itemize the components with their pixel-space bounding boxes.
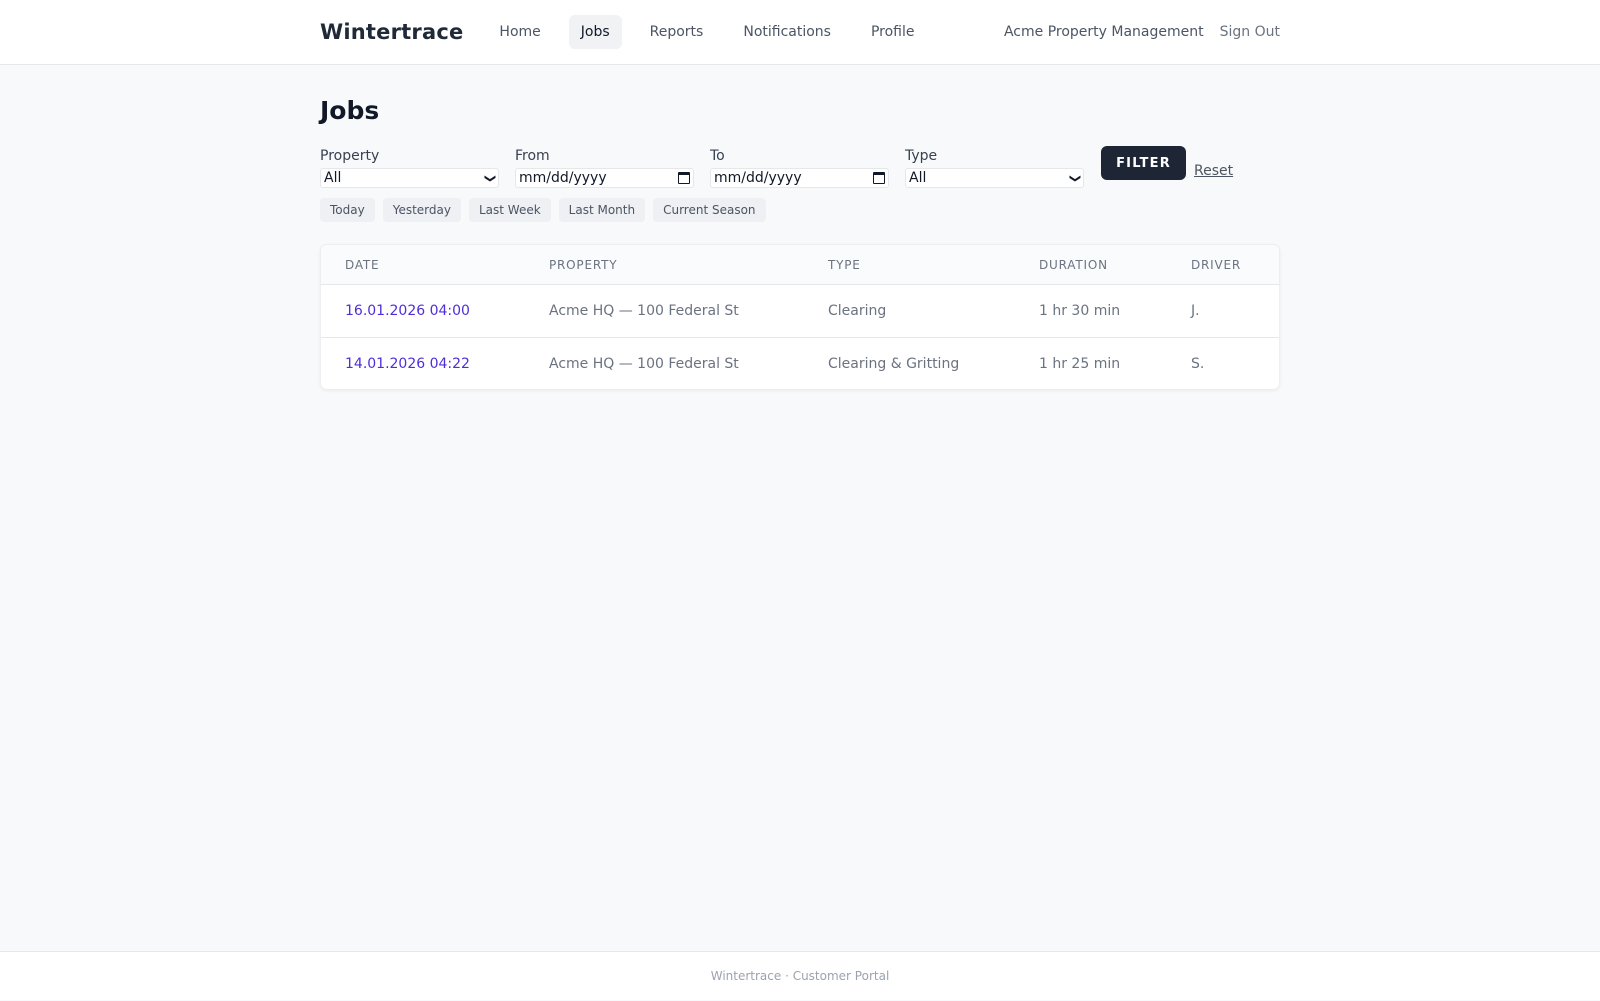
property-select[interactable]: All ❯ <box>320 168 499 188</box>
nav-item-home[interactable]: Home <box>487 15 552 49</box>
table-header: DATE PROPERTY TYPE DURATION DRIVER <box>321 245 1279 285</box>
chevron-down-icon: ❯ <box>1068 173 1082 183</box>
from-filter: From mm/dd/yyyy <box>515 146 694 188</box>
type-filter: Type All ❯ <box>905 146 1084 188</box>
filter-button[interactable]: FILTER <box>1101 146 1186 180</box>
column-header-type: TYPE <box>828 258 861 272</box>
from-date-input[interactable]: mm/dd/yyyy <box>515 168 694 188</box>
calendar-icon[interactable] <box>678 172 690 184</box>
job-property: Acme HQ — 100 Federal St <box>549 303 739 319</box>
to-filter: To mm/dd/yyyy <box>710 146 889 188</box>
job-driver: S. <box>1191 356 1205 372</box>
sign-out-link[interactable]: Sign Out <box>1220 24 1280 40</box>
property-filter-label: Property <box>320 148 380 164</box>
column-header-duration: DURATION <box>1039 258 1108 272</box>
table-row: 14.01.2026 04:22 Acme HQ — 100 Federal S… <box>321 338 1279 391</box>
job-property: Acme HQ — 100 Federal St <box>549 356 739 372</box>
from-date-placeholder: mm/dd/yyyy <box>519 170 607 186</box>
top-navigation-bar: Wintertrace Home Jobs Reports Notificati… <box>0 0 1600 65</box>
column-header-date: DATE <box>345 258 380 272</box>
to-date-placeholder: mm/dd/yyyy <box>714 170 802 186</box>
job-duration: 1 hr 30 min <box>1039 303 1121 319</box>
to-date-input[interactable]: mm/dd/yyyy <box>710 168 889 188</box>
chevron-down-icon: ❯ <box>483 173 497 183</box>
table-row: 16.01.2026 04:00 Acme HQ — 100 Federal S… <box>321 285 1279 338</box>
footer-text: Wintertrace · Customer Portal <box>710 969 890 983</box>
property-select-value: All <box>324 170 342 186</box>
column-header-driver: DRIVER <box>1191 258 1242 272</box>
filter-form: Property All ❯ From mm/dd/yyyy To mm/dd/… <box>320 146 1280 188</box>
job-duration: 1 hr 25 min <box>1039 356 1121 372</box>
type-select-value: All <box>909 170 927 186</box>
quick-range-yesterday[interactable]: Yesterday <box>382 198 461 222</box>
column-header-property: PROPERTY <box>549 258 618 272</box>
nav-item-reports[interactable]: Reports <box>638 15 716 49</box>
page-title: Jobs <box>320 96 380 125</box>
quick-range-buttons: Today Yesterday Last Week Last Month Cur… <box>320 198 774 222</box>
nav-item-profile[interactable]: Profile <box>859 15 927 49</box>
page-footer: Wintertrace · Customer Portal <box>0 951 1600 1000</box>
type-filter-label: Type <box>905 148 938 164</box>
nav-item-jobs[interactable]: Jobs <box>568 15 622 49</box>
quick-range-current-season[interactable]: Current Season <box>653 198 766 222</box>
quick-range-today[interactable]: Today <box>320 198 375 222</box>
job-driver: J. <box>1191 303 1200 319</box>
reset-link[interactable]: Reset <box>1194 163 1233 179</box>
brand-logo[interactable]: Wintertrace <box>320 20 463 44</box>
quick-range-last-month[interactable]: Last Month <box>558 198 646 222</box>
type-select[interactable]: All ❯ <box>905 168 1084 188</box>
organization-name: Acme Property Management <box>1003 24 1204 40</box>
top-navigation-inner: Wintertrace Home Jobs Reports Notificati… <box>320 0 1280 64</box>
property-filter: Property All ❯ <box>320 146 499 188</box>
main-nav: Home Jobs Reports Notifications Profile <box>487 15 942 49</box>
calendar-icon[interactable] <box>873 172 885 184</box>
from-filter-label: From <box>515 148 550 164</box>
quick-range-last-week[interactable]: Last Week <box>468 198 551 222</box>
job-type: Clearing <box>828 303 887 319</box>
job-date-link[interactable]: 14.01.2026 04:22 <box>345 338 470 390</box>
job-date-link[interactable]: 16.01.2026 04:00 <box>345 285 470 337</box>
job-type: Clearing & Gritting <box>828 356 960 372</box>
to-filter-label: To <box>710 148 725 164</box>
account-area: Acme Property Management Sign Out <box>1004 24 1280 40</box>
jobs-table: DATE PROPERTY TYPE DURATION DRIVER 16.01… <box>320 244 1280 390</box>
nav-item-notifications[interactable]: Notifications <box>731 15 843 49</box>
